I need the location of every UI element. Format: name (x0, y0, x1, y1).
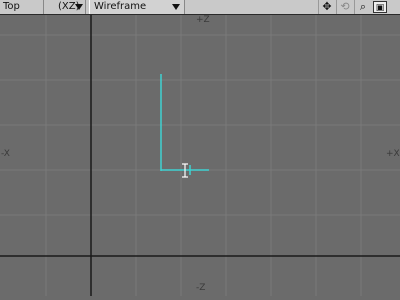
render-mode-value: Wireframe (94, 1, 147, 12)
view-axis-dropdown[interactable]: (XZ) (44, 0, 86, 14)
axis-label-top: +Z (196, 15, 210, 25)
view-type-label[interactable]: Top (0, 0, 44, 14)
maximize-view-icon[interactable]: ▣ (373, 1, 387, 13)
toolbar-spacer (389, 0, 400, 14)
rotate-view-icon[interactable]: ⟲ (336, 0, 353, 14)
viewport-toolbar: Top (XZ) Wireframe ✥ ⟲ ⌕ ▣ (0, 0, 400, 15)
grid-lines (0, 15, 400, 296)
axis-label-right: +X (386, 149, 400, 159)
zoom-view-icon[interactable]: ⌕ (354, 0, 371, 14)
axis-label-bottom: -Z (196, 283, 206, 293)
chevron-down-icon (172, 4, 180, 10)
render-mode-dropdown[interactable]: Wireframe (89, 0, 185, 14)
move-view-icon[interactable]: ✥ (318, 0, 335, 14)
axis-label-left: -X (1, 149, 10, 159)
chevron-down-icon (75, 4, 83, 10)
modeling-viewport[interactable]: +Z -Z -X +X (0, 15, 400, 296)
viewport-canvas[interactable] (0, 15, 400, 296)
